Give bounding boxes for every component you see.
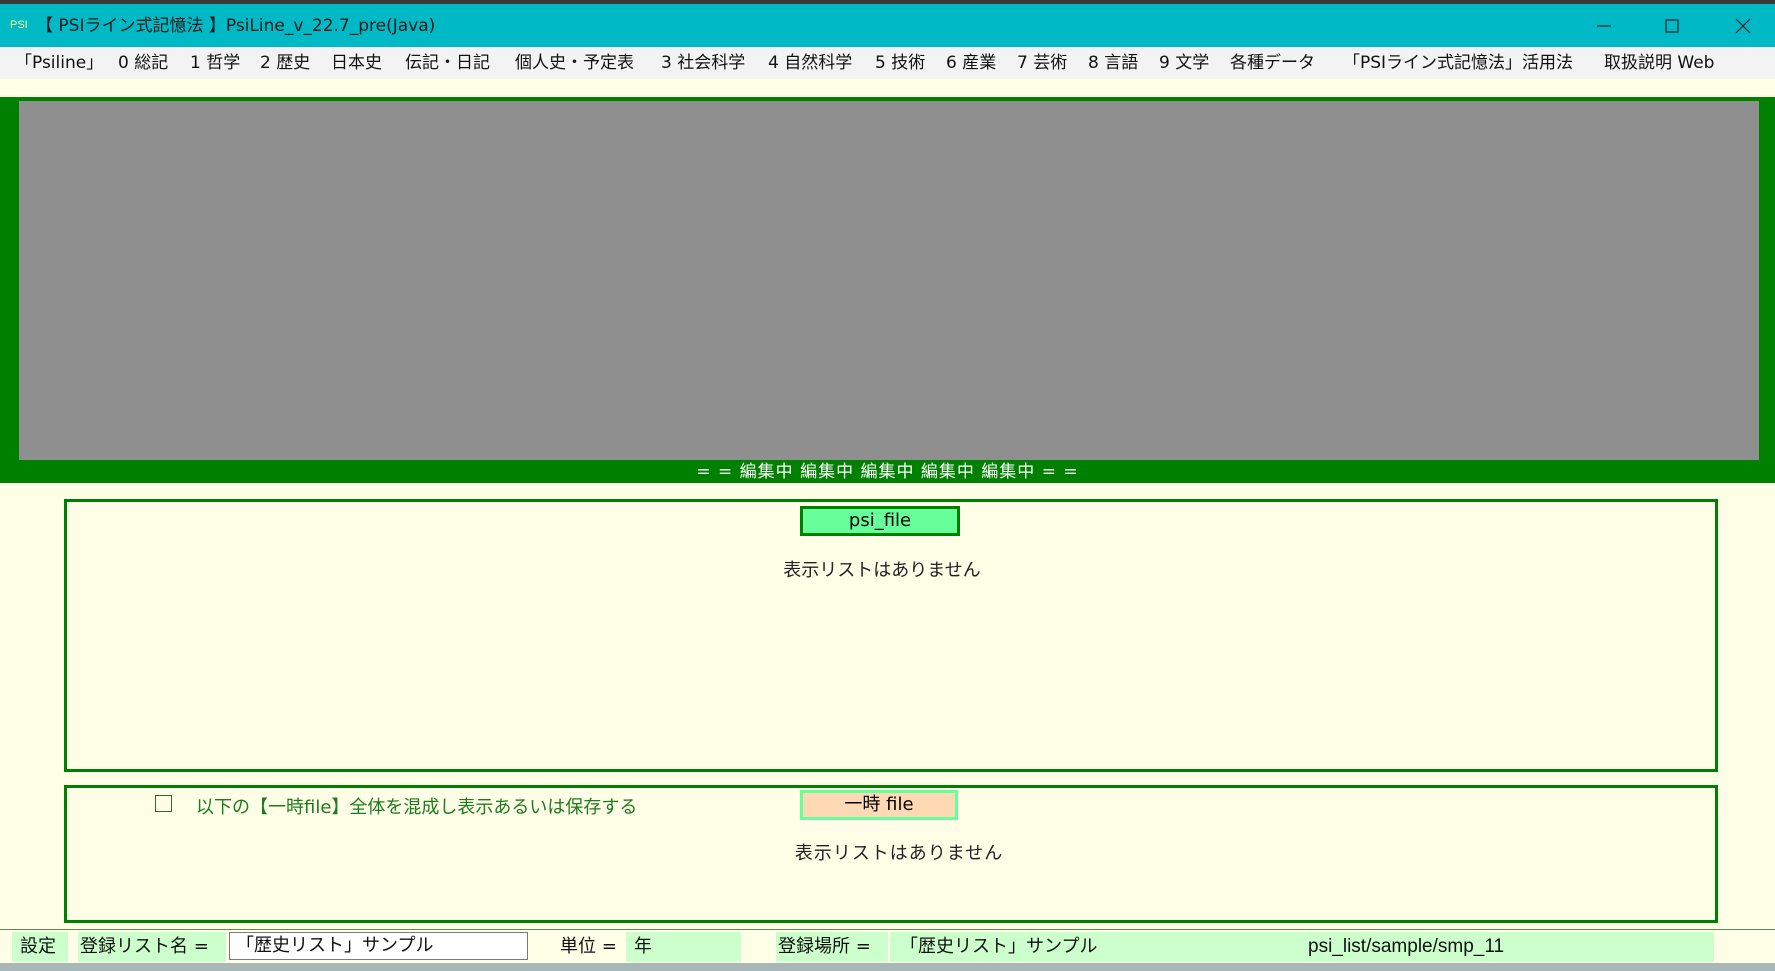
maximize-icon: [1665, 18, 1679, 33]
menu-philosophy[interactable]: 1 哲学: [190, 53, 240, 73]
menu-bar: 「Psiline」 0 総記 1 哲学 2 歴史 日本史 伝記・日記 個人史・予…: [0, 47, 1775, 79]
menu-psiline[interactable]: 「Psiline」: [15, 53, 103, 73]
menu-manual-web[interactable]: 取扱説明 Web: [1604, 53, 1714, 73]
title-bar: PSI 【 PSIライン式記憶法 】PsiLine_v_22.7_pre(Jav…: [0, 4, 1775, 47]
menu-general[interactable]: 0 総記: [118, 53, 168, 73]
merge-checkbox[interactable]: [155, 795, 172, 812]
menu-history[interactable]: 2 歴史: [260, 53, 310, 73]
location-label: 登録場所 =: [778, 936, 871, 957]
editing-banner: = = 編集中 編集中 編集中 編集中 編集中 = =: [696, 462, 1079, 482]
menu-data[interactable]: 各種データ: [1230, 53, 1315, 73]
close-icon: [1735, 18, 1751, 33]
bottom-strip: [0, 963, 1775, 971]
unit-value[interactable]: 年: [634, 936, 652, 958]
merge-checkbox-label: 以下の【一時file】全体を混成し表示あるいは保存する: [196, 797, 638, 818]
menu-japanese-history[interactable]: 日本史: [331, 53, 382, 73]
psi-empty-message: 表示リストはありません: [783, 560, 981, 581]
app-logo-icon: PSI: [10, 19, 28, 31]
maximize-button[interactable]: [1637, 4, 1707, 47]
menu-literature[interactable]: 9 文学: [1159, 53, 1209, 73]
psi-file-button[interactable]: psi_file: [800, 506, 960, 536]
psi-file-panel: [64, 499, 1718, 772]
menu-industry[interactable]: 6 産業: [946, 53, 996, 73]
list-name-label: 登録リスト名 =: [80, 936, 209, 957]
location-path: psi_list/sample/smp_11: [1308, 936, 1505, 957]
close-button[interactable]: [1708, 4, 1775, 47]
temp-empty-message: 表示リストはありません: [794, 843, 1004, 864]
window-title: 【 PSIライン式記憶法 】PsiLine_v_22.7_pre(Java): [36, 16, 436, 36]
menu-language[interactable]: 8 言語: [1088, 53, 1138, 73]
location-value[interactable]: 「歴史リスト」サンプル: [900, 936, 1097, 958]
unit-label: 単位 =: [560, 936, 617, 957]
status-bar: 設定 登録リスト名 = 「歴史リスト」サンプル 単位 = 年 登録場所 = 「歴…: [0, 929, 1775, 964]
minimize-button[interactable]: [1569, 4, 1639, 47]
menu-usage[interactable]: 「PSIライン式記憶法」活用法: [1343, 53, 1573, 73]
menu-personal-history[interactable]: 個人史・予定表: [515, 53, 634, 73]
menu-arts[interactable]: 7 芸術: [1017, 53, 1067, 73]
list-name-input[interactable]: 「歴史リスト」サンプル: [229, 932, 528, 960]
minimize-icon: [1597, 24, 1611, 27]
menu-social-science[interactable]: 3 社会科学: [661, 53, 745, 73]
menu-natural-science[interactable]: 4 自然科学: [768, 53, 852, 73]
menu-technology[interactable]: 5 技術: [875, 53, 925, 73]
settings-button[interactable]: 設定: [20, 936, 56, 958]
menu-biography[interactable]: 伝記・日記: [405, 53, 490, 73]
temp-file-button[interactable]: 一時 file: [800, 790, 958, 820]
display-canvas[interactable]: [19, 101, 1759, 460]
